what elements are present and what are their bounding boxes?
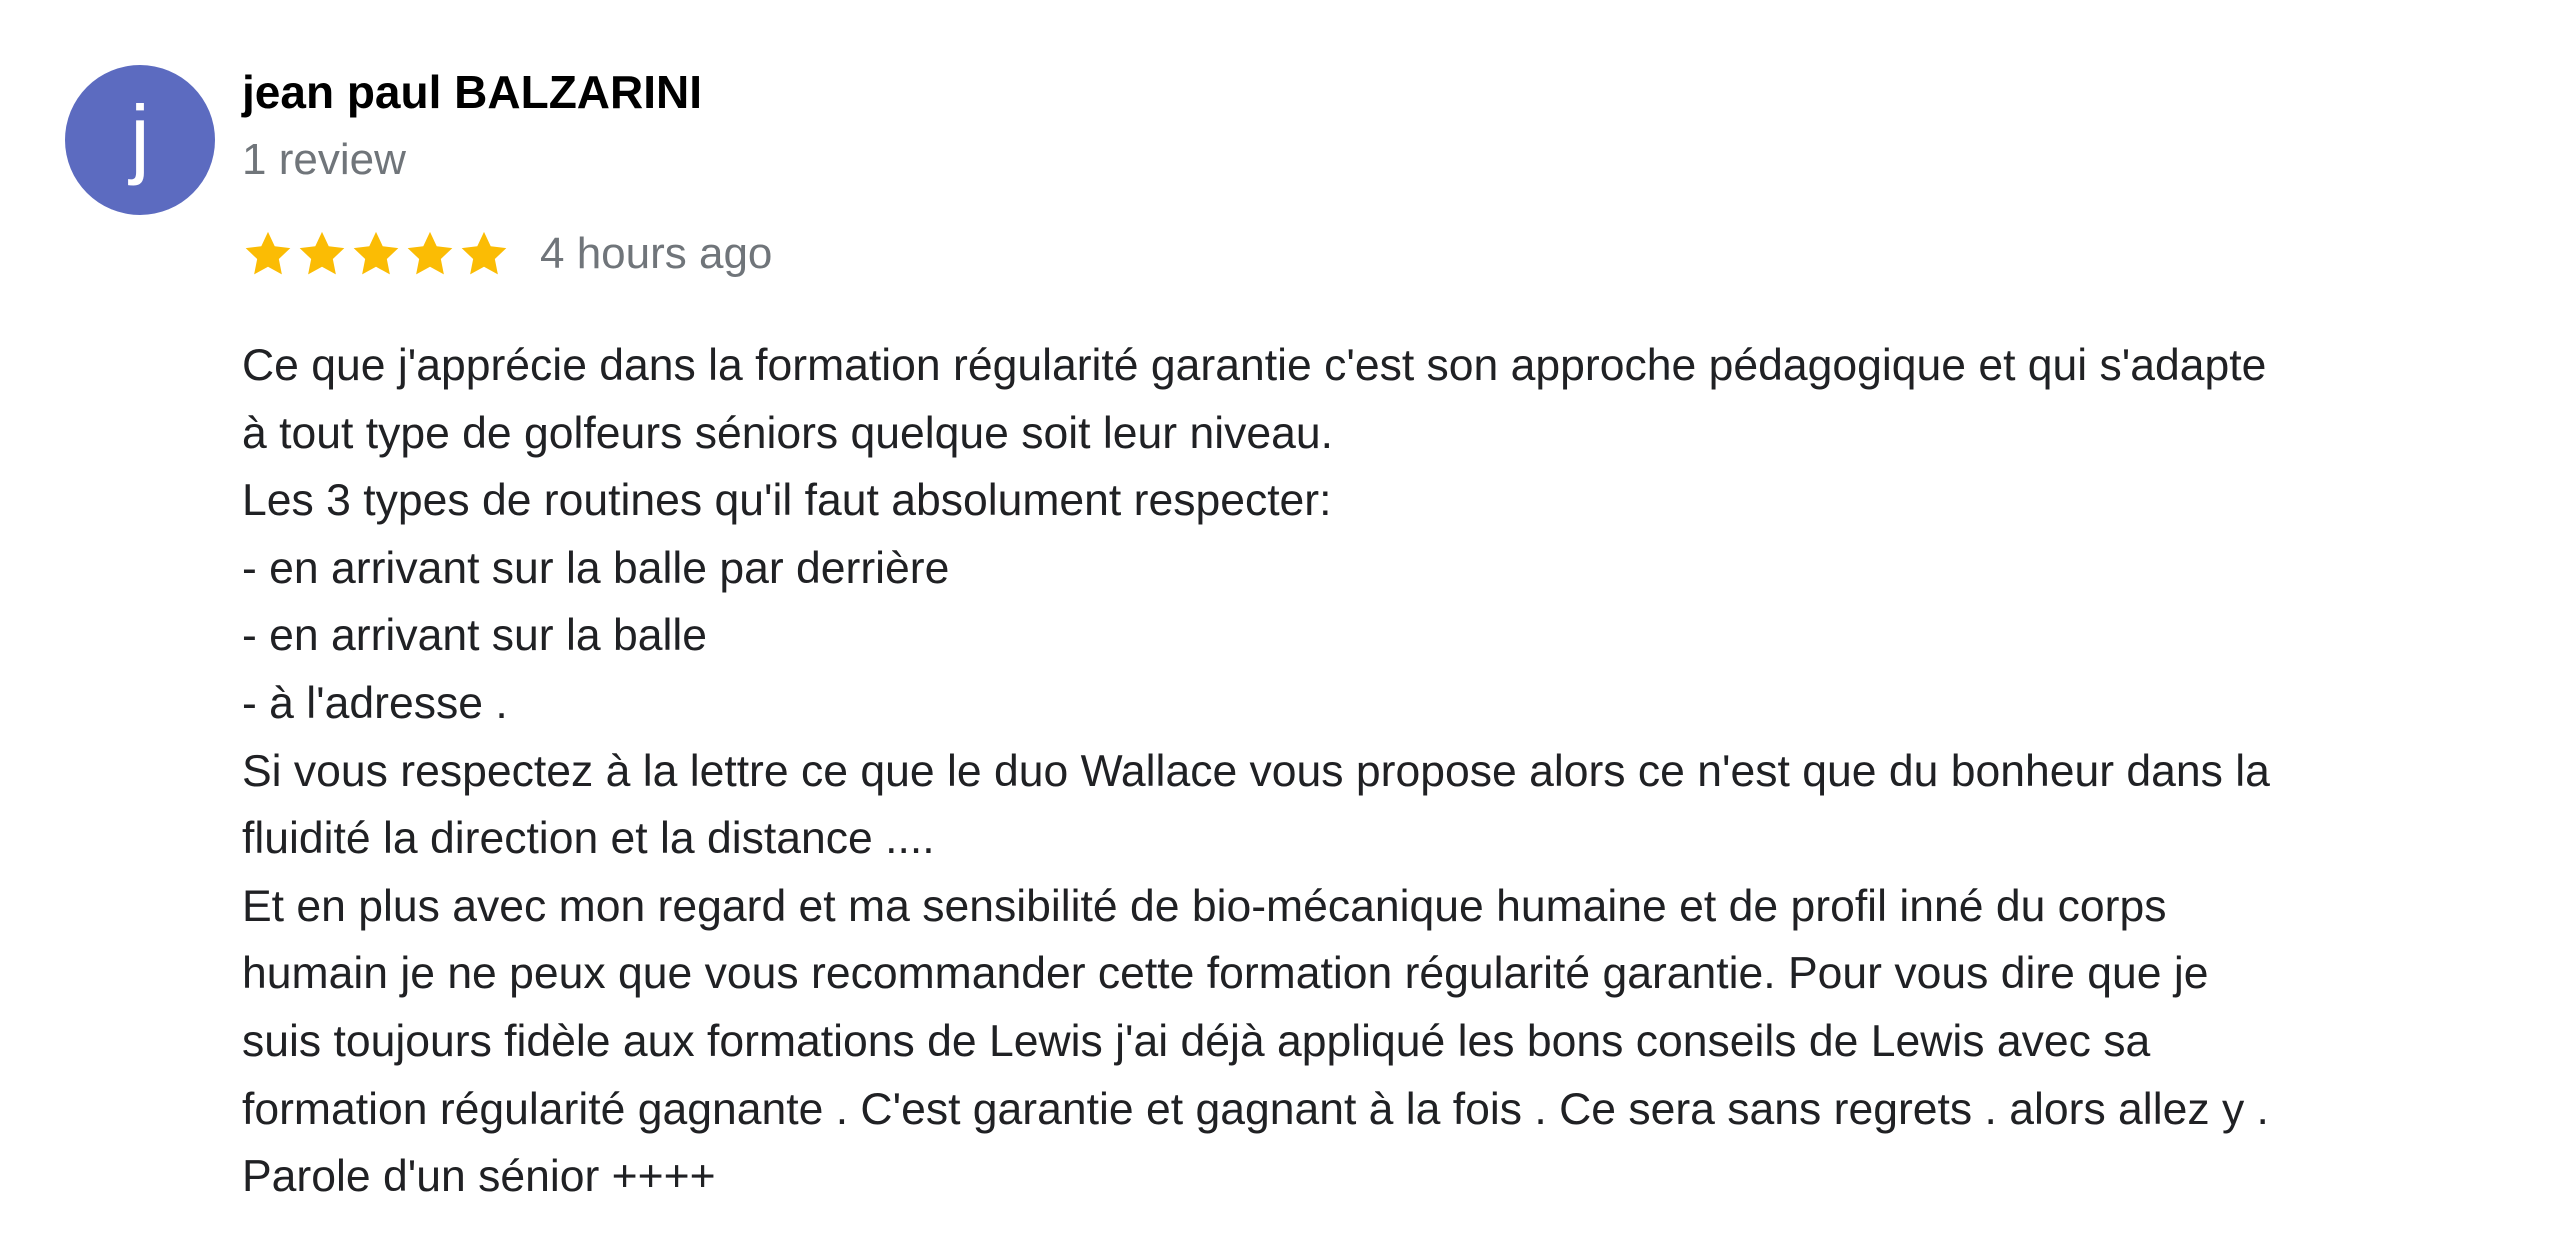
review-count[interactable]: 1 review [242, 132, 406, 188]
review-text-line: Ce que j'apprécie dans la formation régu… [242, 341, 2267, 390]
review-text-line: Parole d'un sénior ++++ [242, 1152, 716, 1202]
star-icon [350, 228, 402, 280]
star-icon [404, 228, 456, 280]
review-text-line: - en arrivant sur la balle [242, 611, 707, 661]
review-text: Ce que j'apprécie dans la formation régu… [242, 332, 2482, 1211]
review-timestamp: 4 hours ago [540, 229, 773, 278]
star-icon [458, 228, 510, 280]
review-text-line: - à l'adresse . [242, 678, 508, 728]
star-icon [296, 228, 348, 280]
rating-row: 4 hours ago [242, 224, 772, 284]
review-text-line: humain je ne peux que vous recommander c… [242, 949, 2209, 999]
review-text-line: suis toujours fidèle aux formations de L… [242, 1016, 2151, 1066]
star-icon [242, 228, 294, 280]
author-name[interactable]: jean paul BALZARINI [242, 62, 702, 122]
review-text-line: Les 3 types de routines qu'il faut absol… [242, 476, 1332, 526]
review-text-line: à tout type de golfeurs séniors quelque … [242, 408, 1333, 458]
review-text-line: formation régularité gagnante . C'est ga… [242, 1084, 2269, 1134]
star-rating [242, 228, 512, 280]
review-text-line: Si vous respectez à la lettre ce que le … [242, 746, 2270, 796]
review-text-line: Et en plus avec mon regard et ma sensibi… [242, 881, 2167, 931]
review-card: j jean paul BALZARINI 1 review 4 hours a… [0, 0, 2560, 1260]
avatar[interactable]: j [65, 65, 215, 215]
review-text-line: fluidité la direction et la distance ...… [242, 814, 935, 864]
review-text-line: - en arrivant sur la balle par derrière [242, 543, 950, 593]
